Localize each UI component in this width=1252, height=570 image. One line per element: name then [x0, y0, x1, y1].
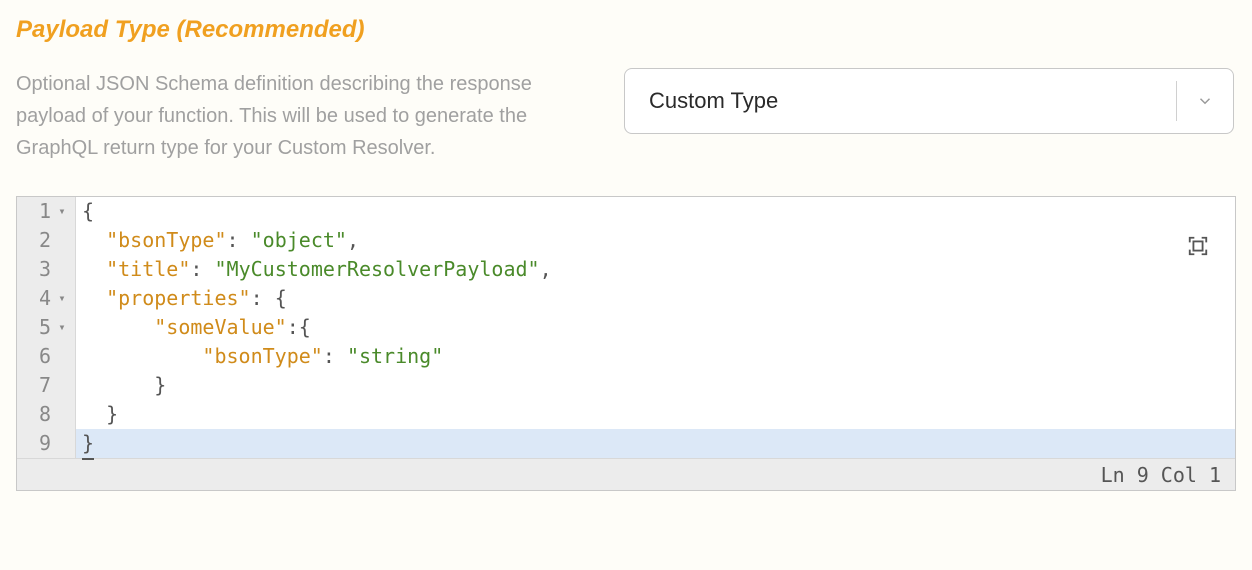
- type-select-wrapper: Custom Type: [624, 68, 1234, 164]
- type-select[interactable]: Custom Type: [624, 68, 1234, 134]
- code-line[interactable]: "bsonType": "object",: [76, 226, 1235, 255]
- editor-code-area[interactable]: { "bsonType": "object", "title": "MyCust…: [76, 197, 1235, 458]
- code-editor[interactable]: 1▾234▾5▾6789 { "bsonType": "object", "ti…: [16, 196, 1236, 491]
- gutter-line: 1▾: [17, 197, 75, 226]
- gutter-line: 3: [17, 255, 75, 284]
- gutter-line: 5▾: [17, 313, 75, 342]
- fold-marker-icon[interactable]: ▾: [55, 284, 69, 313]
- code-line[interactable]: }: [76, 429, 1235, 458]
- code-line[interactable]: "properties": {: [76, 284, 1235, 313]
- code-line[interactable]: }: [76, 400, 1235, 429]
- type-select-value: Custom Type: [649, 88, 1176, 114]
- chevron-down-icon: [1177, 92, 1233, 110]
- fullscreen-icon[interactable]: [1187, 235, 1209, 257]
- gutter-line: 2: [17, 226, 75, 255]
- code-line[interactable]: }: [76, 371, 1235, 400]
- gutter-line: 4▾: [17, 284, 75, 313]
- editor-gutter: 1▾234▾5▾6789: [17, 197, 76, 458]
- section-description: Optional JSON Schema definition describi…: [16, 68, 576, 164]
- gutter-line: 6: [17, 342, 75, 371]
- gutter-line: 8: [17, 400, 75, 429]
- gutter-line: 9: [17, 429, 75, 458]
- header-row: Optional JSON Schema definition describi…: [16, 68, 1236, 164]
- code-line[interactable]: "title": "MyCustomerResolverPayload",: [76, 255, 1235, 284]
- code-line[interactable]: {: [76, 197, 1235, 226]
- section-title: Payload Type (Recommended): [16, 16, 1236, 44]
- code-line[interactable]: "someValue":{: [76, 313, 1235, 342]
- fold-marker-icon[interactable]: ▾: [55, 197, 69, 226]
- editor-status-bar: Ln 9 Col 1: [17, 458, 1235, 490]
- fold-marker-icon[interactable]: ▾: [55, 313, 69, 342]
- code-line[interactable]: "bsonType": "string": [76, 342, 1235, 371]
- gutter-line: 7: [17, 371, 75, 400]
